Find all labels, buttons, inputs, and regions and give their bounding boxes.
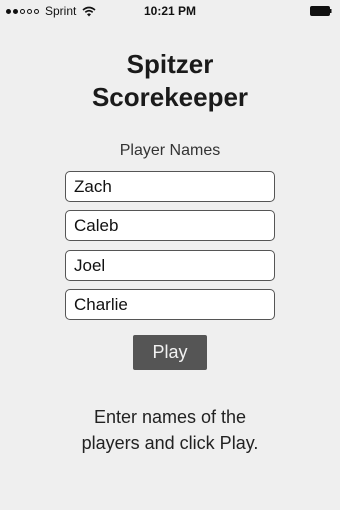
instructions-text: Enter names of the players and click Pla… bbox=[20, 404, 320, 456]
status-time: 10:21 PM bbox=[143, 4, 197, 18]
instructions-line-2: players and click Play. bbox=[81, 433, 259, 453]
status-bar: Sprint 10:21 PM bbox=[0, 0, 340, 22]
page-title: Spitzer Scorekeeper bbox=[0, 48, 340, 114]
player-name-input-3[interactable] bbox=[65, 250, 275, 281]
player-names-label: Player Names bbox=[119, 142, 221, 159]
play-button[interactable]: Play bbox=[133, 335, 207, 370]
battery-icon bbox=[310, 6, 332, 16]
instructions-line-1: Enter names of the bbox=[93, 407, 247, 427]
player-name-input-2[interactable] bbox=[65, 210, 275, 241]
title-line-1: Spitzer bbox=[126, 49, 214, 79]
player-name-input-1[interactable] bbox=[65, 171, 275, 202]
player-name-input-4[interactable] bbox=[65, 289, 275, 320]
title-line-2: Scorekeeper bbox=[91, 82, 249, 112]
